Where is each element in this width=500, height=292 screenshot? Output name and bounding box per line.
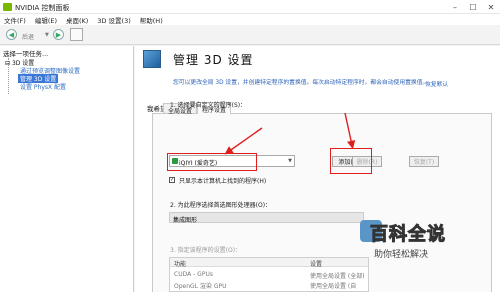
step2-label: 2. 为此程序选择首选图形处理器(O)： <box>170 202 272 209</box>
3d-settings-icon <box>143 50 161 68</box>
column-header-setting: 设置 <box>310 261 323 268</box>
chevron-down-icon[interactable]: ▼ <box>45 32 49 38</box>
nvidia-control-panel-window: NVIDIA 控制面板 – ☐ ✕ 文件(F) 编辑(E) 桌面(K) 3D 设… <box>0 0 500 292</box>
tree-item-physx[interactable]: 设置 PhysX 配置 <box>20 82 66 91</box>
menu-bar: 文件(F) 编辑(E) 桌面(K) 3D 设置(3) 帮助(H) <box>0 14 500 25</box>
watermark-title: 百科全说 <box>370 224 446 246</box>
nvidia-logo-icon <box>3 3 12 11</box>
preferred-processor-field[interactable]: 集成图形 <box>169 212 364 224</box>
title-bar: NVIDIA 控制面板 – ☐ ✕ <box>0 0 500 14</box>
step3-label: 3. 指定该程序的设置(O)： <box>170 247 242 254</box>
annotation-box-add <box>330 148 372 174</box>
toolbar: ◀ 后退 ▼ ▶ <box>0 25 500 45</box>
step1-label: 1. 选择要自定义的程序(S)： <box>170 102 247 109</box>
table-header: 功能 设置 <box>170 258 368 268</box>
annotation-box-program <box>167 153 257 171</box>
window-title: NVIDIA 控制面板 <box>15 4 70 12</box>
feature-settings-table: 功能 设置 CUDA - GPUs 使用全局设置 (全部) OpenGL 渲染 … <box>169 257 369 292</box>
menu-file[interactable]: 文件(F) <box>4 15 26 25</box>
table-cell[interactable]: OpenGL 渲染 GPU <box>174 281 227 290</box>
maximize-icon[interactable]: ☐ <box>464 0 482 14</box>
chevron-down-icon[interactable]: ▼ <box>288 158 292 164</box>
page-description: 您可以更改全局 3D 设置，并创建特定程序的置换值。每次启动特定程序时，都会自动… <box>173 80 429 86</box>
restore-program-button[interactable]: 恢复(T) <box>409 156 439 167</box>
back-arrow-icon[interactable]: ◀ <box>6 29 17 40</box>
task-tree-pane: 选择一项任务... ⊟ 3D 设置 通过预览调整图像设置 管理 3D 设置 设置… <box>0 46 134 292</box>
forward-arrow-icon[interactable]: ▶ <box>53 29 64 40</box>
task-pane-title: 选择一项任务... <box>3 50 49 58</box>
table-cell[interactable]: CUDA - GPUs <box>174 271 213 278</box>
page-header: 管理 3D 设置 您可以更改全局 3D 设置，并创建特定程序的置换值。每次启动特… <box>135 46 500 94</box>
back-label[interactable]: 后退 <box>22 32 34 41</box>
show-local-programs-checkbox[interactable]: ✓ <box>169 177 175 183</box>
close-icon[interactable]: ✕ <box>482 0 500 14</box>
page-title: 管理 3D 设置 <box>173 53 254 67</box>
menu-edit[interactable]: 编辑(E) <box>35 15 57 25</box>
home-icon[interactable] <box>70 28 83 41</box>
menu-3d-settings[interactable]: 3D 设置(3) <box>97 15 130 25</box>
column-header-feature: 功能 <box>174 261 187 268</box>
restore-defaults-link[interactable]: 恢复默认 <box>425 79 448 88</box>
menu-desktop[interactable]: 桌面(K) <box>66 15 88 25</box>
show-local-programs-label: 只显示本计算机上找到的程序(H) <box>179 178 267 185</box>
minimize-icon[interactable]: – <box>446 0 464 14</box>
menu-help[interactable]: 帮助(H) <box>140 15 163 25</box>
watermark: 百科全说 助你轻松解决 <box>350 214 500 292</box>
watermark-subtitle: 助你轻松解决 <box>374 250 429 260</box>
